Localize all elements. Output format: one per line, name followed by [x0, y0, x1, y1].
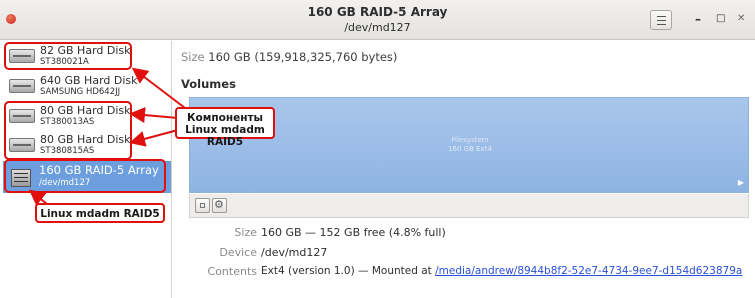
annotation-components: Компоненты Linux mdadm RAID5: [175, 107, 275, 148]
detail-size-label: Size: [234, 226, 257, 239]
unmount-button[interactable]: [195, 198, 210, 213]
window-title: 160 GB RAID-5 Array: [307, 5, 448, 19]
hamburger-icon: [657, 24, 666, 25]
detail-size-value: 160 GB — 152 GB free (4.8% full): [261, 226, 446, 239]
main-panel: Size 160 GB (159,918,325,760 bytes) Volu…: [173, 41, 755, 298]
stop-icon: [200, 203, 205, 208]
detail-device-value: /dev/md127: [261, 246, 328, 259]
annotation-box-disk1: [4, 42, 132, 70]
mount-point-link[interactable]: /media/andrew/8944b8f2-52e7-4734-9ee7-d1…: [435, 265, 742, 277]
detail-contents-value: Ext4 (version 1.0) — Mounted at /media/a…: [261, 265, 742, 277]
annotation-raid-label: Linux mdadm RAID5: [35, 203, 165, 223]
window-subtitle: /dev/md127: [344, 21, 411, 34]
mounted-arrow-icon: ▶: [737, 178, 744, 187]
detail-contents-label: Contents: [207, 265, 257, 278]
disk-model: SAMSUNG HD642JJ: [40, 87, 121, 97]
maximize-button[interactable]: □: [716, 13, 725, 24]
menu-button[interactable]: [650, 10, 672, 30]
array-size: Size 160 GB (159,918,325,760 bytes): [181, 50, 397, 64]
minimize-button[interactable]: –: [695, 12, 701, 26]
size-label: Size: [181, 50, 205, 64]
size-value: 160 GB (159,918,325,760 bytes): [208, 50, 398, 64]
settings-button[interactable]: ⚙: [212, 198, 227, 213]
volume-toolbar: ⚙: [189, 194, 749, 218]
annotation-box-disks-3-4: [4, 101, 132, 160]
hamburger-icon: [657, 16, 666, 17]
contents-text: Ext4 (version 1.0) — Mounted at: [261, 265, 436, 277]
detail-device-label: Device: [219, 246, 257, 259]
hamburger-icon: [657, 20, 666, 21]
hard-disk-icon: [9, 79, 35, 93]
title-bar: 160 GB RAID-5 Array /dev/md127 – □ ✕: [0, 0, 755, 40]
volume-size: 160 GB Ext4: [448, 145, 492, 153]
disk-name: 640 GB Hard Disk: [40, 74, 138, 87]
annotation-box-raid: [4, 159, 166, 193]
sidebar-item-640gb-disk[interactable]: 640 GB Hard Disk SAMSUNG HD642JJ: [4, 72, 170, 100]
close-button[interactable]: ✕: [737, 13, 745, 24]
volumes-heading: Volumes: [181, 77, 236, 91]
gear-icon: ⚙: [214, 198, 224, 211]
